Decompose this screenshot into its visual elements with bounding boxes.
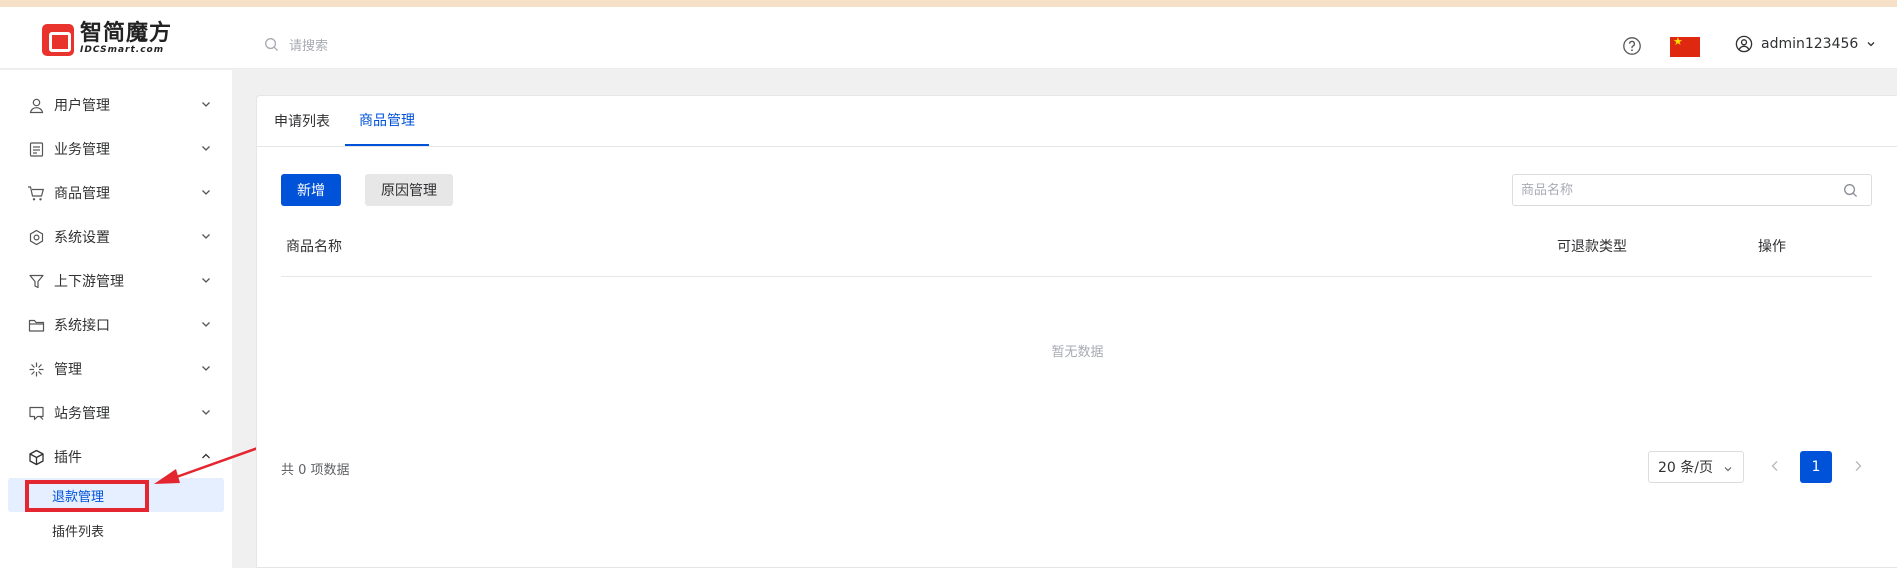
sidebar-item-system-settings[interactable]: 系统设置 <box>0 215 232 259</box>
table-empty-text: 暂无数据 <box>1051 345 1104 360</box>
column-header-product-name: 商品名称 <box>286 239 342 255</box>
sidebar-item-label: 系统接口 <box>54 318 110 334</box>
chevron-down-icon <box>202 234 210 239</box>
sidebar-item-label: 用户管理 <box>54 98 110 114</box>
search-icon <box>265 38 279 52</box>
chevron-down-icon <box>202 278 210 283</box>
page-size-select[interactable]: 20 条/页 <box>1648 451 1744 483</box>
pagination-total: 共 0 项数据 <box>281 463 350 478</box>
chevron-down-icon <box>202 146 210 151</box>
sidebar-item-label: 插件 <box>54 450 82 466</box>
box-icon <box>26 447 46 467</box>
cart-icon <box>26 183 46 203</box>
folder-icon <box>26 315 46 335</box>
search-icon[interactable] <box>1843 183 1858 198</box>
sidebar-item-label: 商品管理 <box>54 186 110 202</box>
tab-product-management[interactable]: 商品管理 <box>345 96 429 146</box>
column-header-refund-type: 可退款类型 <box>1557 239 1627 255</box>
chevron-left-icon[interactable] <box>1768 458 1782 474</box>
chevron-down-icon <box>202 322 210 327</box>
sidebar-item-upstream-downstream[interactable]: 上下游管理 <box>0 259 232 303</box>
top-header: 智简魔方 IDCSmart.com 请搜索 admin123456 <box>0 7 1897 69</box>
chevron-down-icon <box>202 190 210 195</box>
sidebar-item-user-management[interactable]: 用户管理 <box>0 83 232 127</box>
user-icon <box>26 95 46 115</box>
sidebar-item-label: 管理 <box>54 362 82 378</box>
add-button[interactable]: 新增 <box>281 174 341 206</box>
chevron-down-icon <box>202 366 210 371</box>
chevron-down-icon <box>1724 467 1732 472</box>
sidebar-item-label: 上下游管理 <box>54 274 124 290</box>
tab-bar: 申请列表 商品管理 <box>257 96 1897 147</box>
sidebar-item-business-management[interactable]: 业务管理 <box>0 127 232 171</box>
china-flag-icon[interactable] <box>1670 35 1700 57</box>
settings-icon <box>26 227 46 247</box>
column-header-actions: 操作 <box>1758 239 1786 255</box>
reason-management-button[interactable]: 原因管理 <box>365 174 453 206</box>
sidebar-item-management[interactable]: 管理 <box>0 347 232 391</box>
document-icon <box>26 139 46 159</box>
chevron-down-icon <box>1867 42 1875 47</box>
sidebar-item-label: 业务管理 <box>54 142 110 158</box>
sidebar-item-system-interface[interactable]: 系统接口 <box>0 303 232 347</box>
chevron-down-icon <box>202 410 210 415</box>
sidebar-item-label: 系统设置 <box>54 230 110 246</box>
username: admin123456 <box>1761 36 1859 52</box>
search-placeholder[interactable]: 请搜索 <box>289 35 328 54</box>
page-number-current[interactable]: 1 <box>1800 451 1832 483</box>
filter-icon <box>26 271 46 291</box>
chevron-down-icon <box>202 102 210 107</box>
table-header-divider <box>281 276 1872 277</box>
page-size-value: 20 条/页 <box>1658 460 1713 476</box>
logo-mark-icon <box>42 23 74 56</box>
global-search[interactable]: 请搜索 <box>264 35 328 54</box>
chevron-right-icon[interactable] <box>1851 458 1865 474</box>
sidebar-subitem-label: 插件列表 <box>52 524 105 540</box>
product-name-search-input[interactable] <box>1512 174 1872 206</box>
question-circle-icon[interactable] <box>1622 36 1642 56</box>
sidebar-item-label: 站务管理 <box>54 406 110 422</box>
chat-icon <box>26 403 46 423</box>
tab-application-list[interactable]: 申请列表 <box>274 96 330 146</box>
annotation-highlight-box <box>25 480 149 512</box>
top-banner-strip <box>0 0 1897 7</box>
asterisk-icon <box>26 359 46 379</box>
logo-name-cn: 智简魔方 <box>80 21 173 46</box>
main-card: 申请列表 商品管理 新增 原因管理 商品名称 可退款类型 操作 暂无数据 共 0… <box>256 95 1897 568</box>
logo-name-en: IDCSmart.com <box>80 45 165 55</box>
user-circle-icon <box>1735 35 1753 53</box>
brand-logo[interactable]: 智简魔方 IDCSmart.com <box>42 23 172 56</box>
sidebar-item-product-management[interactable]: 商品管理 <box>0 171 232 215</box>
user-menu[interactable]: admin123456 <box>1735 35 1884 53</box>
sidebar-subitem-plugin-list[interactable]: 插件列表 <box>8 513 224 547</box>
